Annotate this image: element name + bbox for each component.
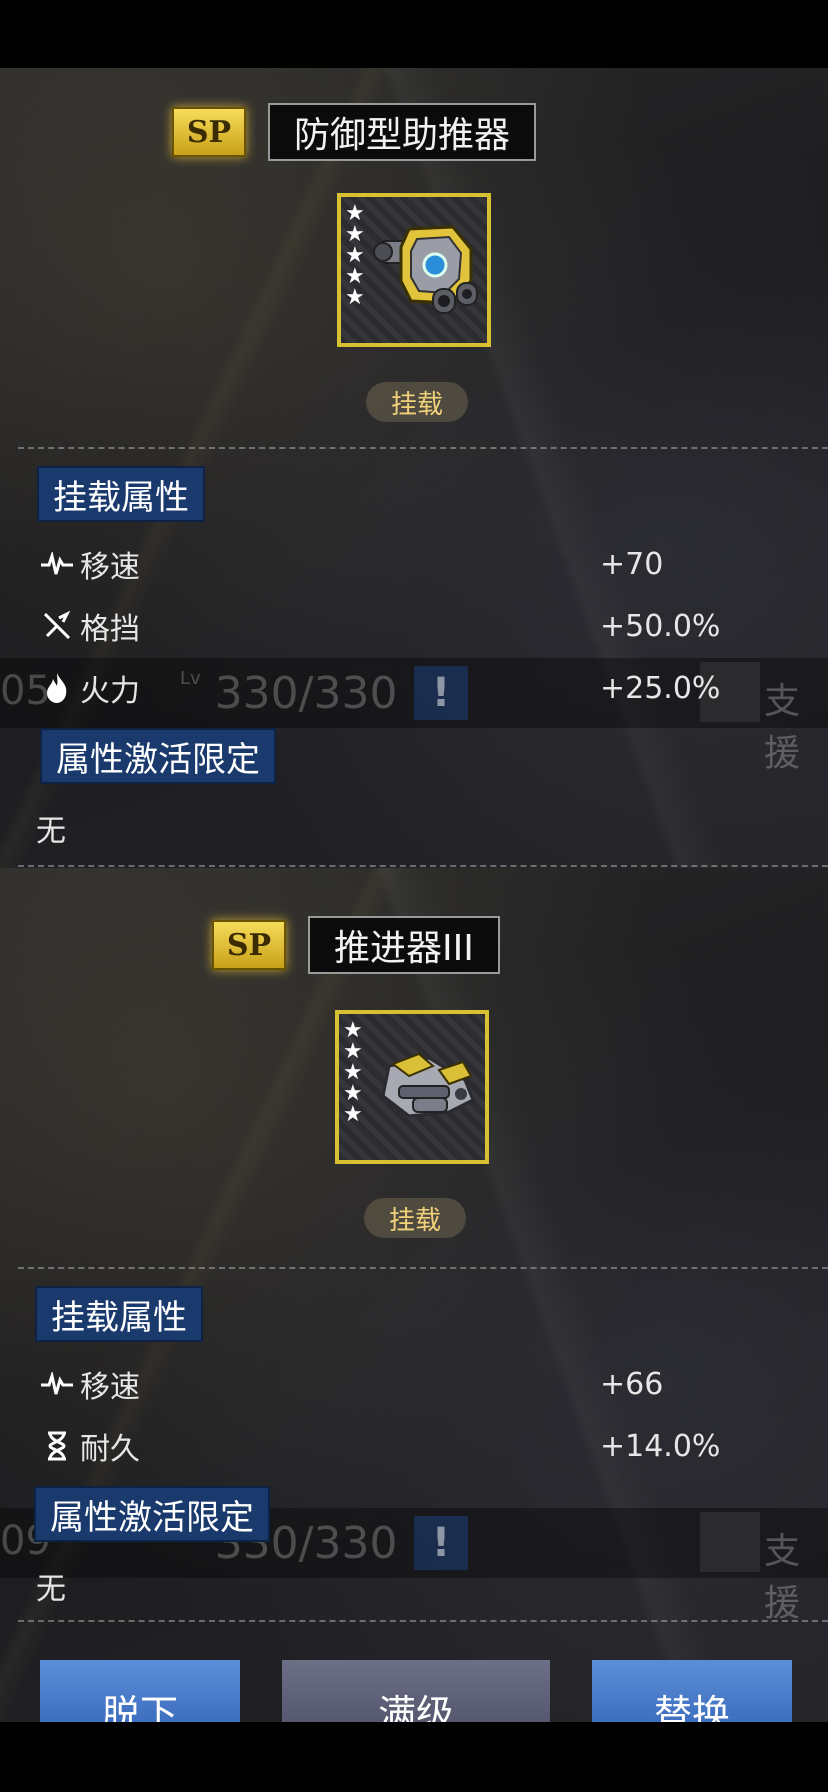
stat-name: 耐久 (80, 1432, 140, 1467)
activation-limit-label: 属性激活限定 (40, 728, 276, 784)
stat-row-block: 格挡 +50.0% (40, 604, 820, 648)
speed-icon (40, 547, 74, 581)
sp-badge: SP (172, 107, 246, 157)
star-icon: ★ (343, 1039, 363, 1064)
unequip-button[interactable]: 脱下 (40, 1660, 240, 1722)
star-icon: ★ (345, 222, 365, 247)
fire-icon (40, 671, 74, 705)
stat-row-durability: 耐久 +14.0% (40, 1424, 820, 1468)
equipment-icon[interactable]: ★ ★ ★ ★ ★ (337, 193, 491, 347)
alert-icon: ! (414, 1516, 468, 1570)
stat-row-speed: 移速 +66 (40, 1362, 820, 1406)
stat-row-speed: 移速 +70 (40, 542, 820, 586)
activation-limit-value: 无 (36, 814, 66, 849)
star-icon: ★ (343, 1060, 363, 1085)
booster-art-icon (373, 225, 478, 314)
item-header: SP 防御型助推器 (172, 103, 537, 161)
stat-value: +25.0% (600, 670, 721, 706)
support-icon (700, 1512, 760, 1572)
status-bar (0, 0, 828, 68)
divider (18, 1620, 828, 1622)
activation-limit-value: 无 (36, 1572, 66, 1607)
stat-value: +66 (600, 1366, 664, 1402)
star-icon: ★ (345, 285, 365, 310)
block-icon (40, 609, 74, 643)
bottom-black-bar (0, 1722, 828, 1792)
star-icon: ★ (343, 1018, 363, 1043)
mount-tag: 挂载 (364, 1198, 466, 1238)
hourglass-icon (40, 1429, 74, 1463)
rarity-stars: ★ ★ ★ ★ ★ (345, 201, 365, 310)
max-level-button[interactable]: 满级 (282, 1660, 550, 1722)
star-icon: ★ (345, 264, 365, 289)
speed-icon (40, 1367, 74, 1401)
equipment-icon[interactable]: ★ ★ ★ ★ ★ (335, 1010, 489, 1164)
sp-badge: SP (212, 920, 286, 970)
mount-attributes-label: 挂载属性 (37, 466, 205, 522)
stat-name: 格挡 (80, 612, 140, 647)
star-icon: ★ (345, 243, 365, 268)
replace-button[interactable]: 替换 (592, 1660, 792, 1722)
equipment-panel-2: 09 Lv 330/330 ! 支援 SP 推进器III ★ ★ ★ ★ ★ 挂… (0, 868, 828, 1722)
divider (18, 865, 828, 867)
mount-tag: 挂载 (366, 382, 468, 422)
stat-row-firepower: 火力 +25.0% (40, 666, 820, 710)
star-icon: ★ (345, 201, 365, 226)
activation-limit-label: 属性激活限定 (34, 1486, 270, 1542)
thruster-art-icon (381, 1052, 475, 1118)
mount-attributes-label: 挂载属性 (35, 1286, 203, 1342)
item-name: 防御型助推器 (268, 103, 537, 161)
stat-name: 移速 (80, 550, 140, 585)
star-icon: ★ (343, 1081, 363, 1106)
stat-name: 移速 (80, 1370, 140, 1405)
item-header: SP 推进器III (212, 916, 500, 974)
divider (18, 1267, 828, 1269)
equipment-panel-1: 05 Lv 330/330 ! 支援 SP 防御型助推器 ★ ★ ★ ★ ★ 挂… (0, 68, 828, 868)
divider (18, 447, 828, 449)
stat-value: +14.0% (600, 1428, 721, 1464)
bg-row-support-label: 支援 (764, 1531, 801, 1624)
rarity-stars: ★ ★ ★ ★ ★ (343, 1018, 363, 1127)
item-name: 推进器III (308, 916, 500, 974)
star-icon: ★ (343, 1102, 363, 1127)
stat-value: +70 (600, 546, 664, 582)
stat-value: +50.0% (600, 608, 721, 644)
stat-name: 火力 (80, 674, 140, 709)
